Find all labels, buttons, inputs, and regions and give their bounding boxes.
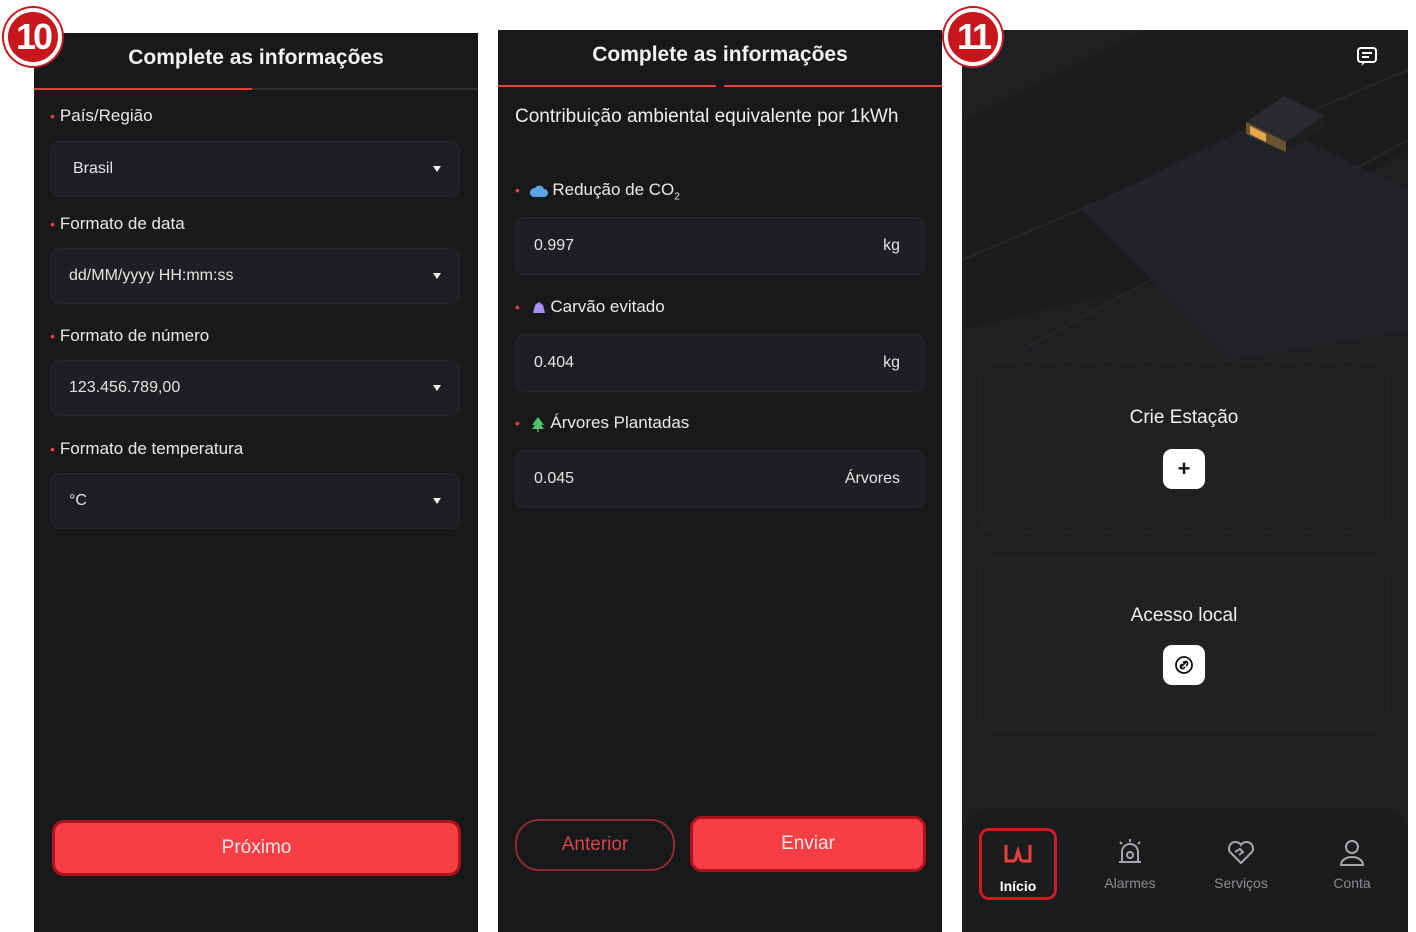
section-heading: Contribuição ambiental equivalente por 1… (515, 106, 899, 127)
link-icon (1175, 656, 1193, 674)
country-label: • País/Região (50, 106, 153, 125)
step-badge-10: 10 (4, 8, 62, 66)
trees-planted-label: • Árvores Plantadas (515, 413, 690, 432)
page-title: Complete as informações (128, 46, 384, 69)
local-access-button[interactable] (1163, 645, 1205, 685)
temperature-format-select[interactable]: °C (50, 473, 460, 529)
bottom-tab-bar: Início Alarmes Serviços Conta (962, 808, 1408, 932)
home-logo-icon (1004, 845, 1032, 863)
back-button[interactable]: Anterior (515, 819, 675, 871)
page-title: Complete as informações (592, 43, 848, 66)
co2-reduction-input[interactable]: 0.997 kg (515, 217, 925, 275)
coal-icon (532, 301, 545, 313)
home-screen: Crie Estação + Acesso local Início Alarm… (962, 30, 1408, 932)
feedback-icon[interactable] (1356, 46, 1378, 68)
background-scene (962, 30, 1408, 360)
coal-avoided-label: • Carvão evitado (515, 297, 665, 316)
co2-reduction-label: • Redução de CO2 (515, 180, 680, 203)
dropdown-caret-icon (433, 385, 441, 391)
add-station-button[interactable]: + (1163, 449, 1205, 489)
step-badge-11: 11 (944, 8, 1002, 66)
plus-icon: + (1177, 456, 1191, 481)
local-access-card[interactable]: Acesso local (980, 558, 1388, 730)
trees-planted-input[interactable]: 0.045 Árvores (515, 450, 925, 508)
locale-settings-screen: Complete as informações • País/Região Bra… (34, 33, 478, 932)
next-button[interactable]: Próximo (52, 820, 461, 876)
environmental-contribution-screen: Complete as informações Contribuição amb… (498, 30, 942, 932)
account-icon (1339, 840, 1365, 866)
temperature-format-label: • Formato de temperatura (50, 439, 244, 458)
dropdown-caret-icon (433, 166, 441, 172)
tree-icon (531, 416, 544, 432)
services-heart-icon (1227, 840, 1255, 865)
dropdown-caret-icon (433, 498, 441, 504)
country-select[interactable]: Brasil (50, 141, 460, 197)
date-format-label: • Formato de data (50, 214, 185, 233)
number-format-select[interactable]: 123.456.789,00 (50, 360, 460, 416)
tab-account[interactable]: Conta (1313, 828, 1391, 900)
tab-home[interactable]: Início (979, 828, 1057, 900)
cloud-icon (529, 185, 548, 197)
house-icon (1246, 96, 1324, 152)
create-station-card[interactable]: Crie Estação + (980, 360, 1388, 532)
step-progress (498, 85, 942, 87)
submit-button[interactable]: Enviar (690, 816, 926, 872)
coal-avoided-input[interactable]: 0.404 kg (515, 334, 925, 392)
tab-alarms[interactable]: Alarmes (1091, 828, 1169, 900)
number-format-label: • Formato de número (50, 326, 210, 345)
tab-services[interactable]: Serviços (1202, 828, 1280, 900)
local-access-title: Acesso local (1130, 605, 1238, 626)
date-format-select[interactable]: dd/MM/yyyy HH:mm:ss (50, 248, 460, 304)
create-station-title: Crie Estação (1129, 407, 1239, 428)
dropdown-caret-icon (433, 273, 441, 279)
step-progress (34, 88, 478, 90)
alarm-icon (1119, 839, 1141, 863)
